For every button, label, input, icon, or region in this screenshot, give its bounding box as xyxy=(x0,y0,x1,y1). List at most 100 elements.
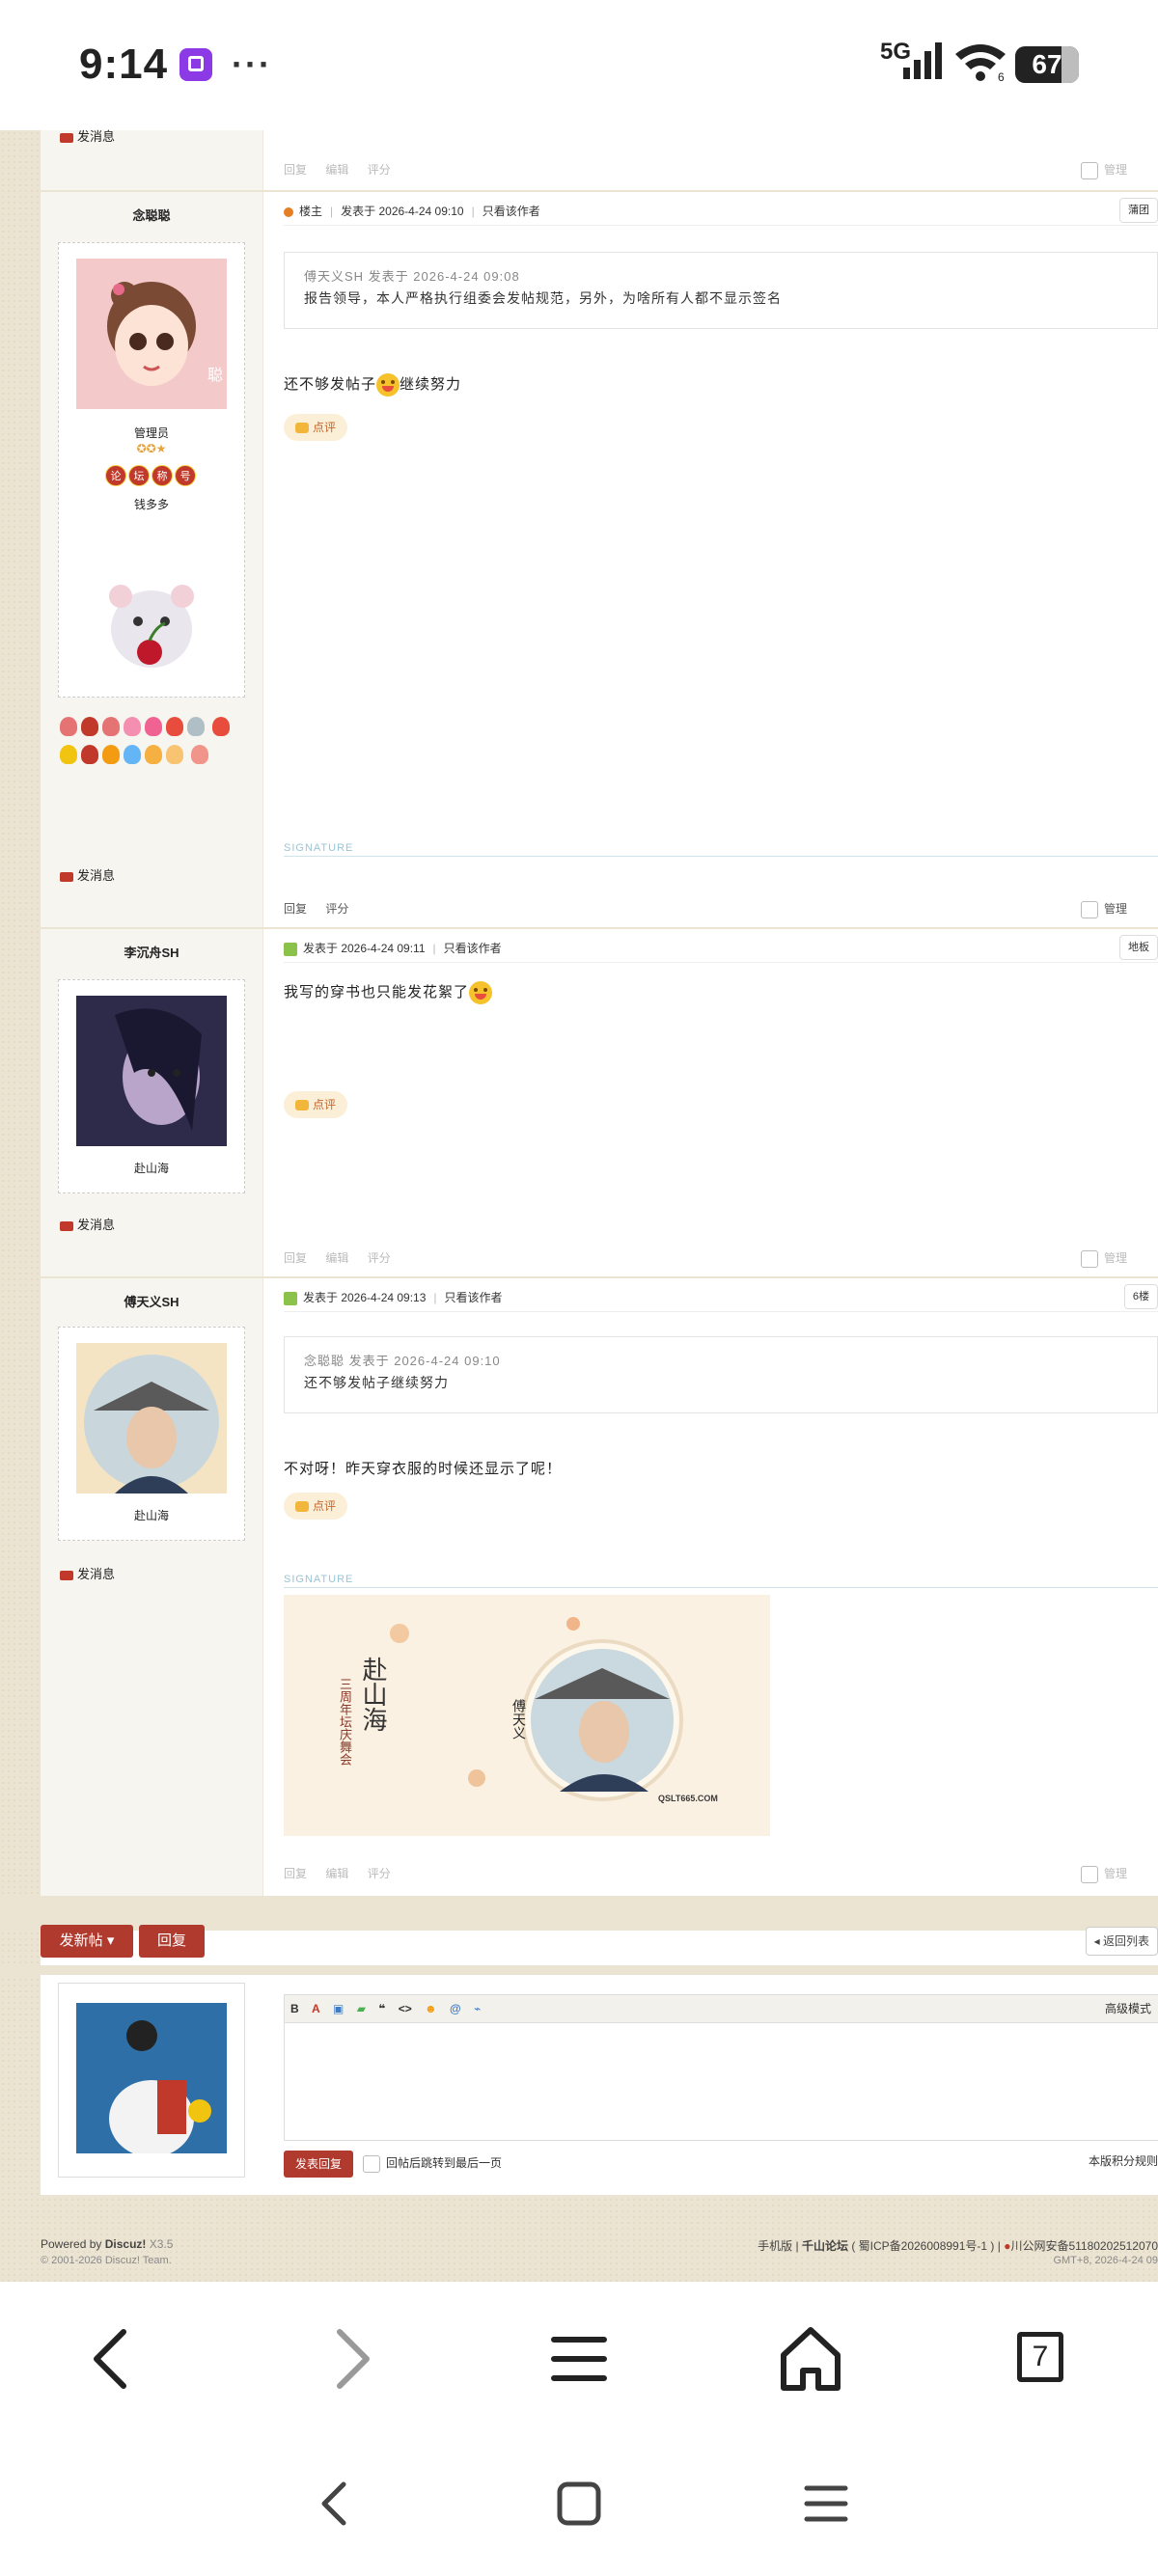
back-to-list-button[interactable]: ◂ 返回列表 xyxy=(1085,1927,1158,1956)
text-color-icon[interactable]: A xyxy=(312,2002,320,2015)
post-divider xyxy=(41,927,1158,929)
edit-action[interactable]: 编辑 xyxy=(325,1867,348,1880)
jump-last-page-checkbox[interactable]: 回帖后跳转到最后一页 xyxy=(363,2154,502,2173)
user-title: 钱多多 xyxy=(133,498,169,511)
reply-action[interactable]: 回复 xyxy=(284,902,307,916)
comment-button[interactable]: 点评 xyxy=(284,1091,347,1118)
forward-icon[interactable] xyxy=(311,2320,388,2398)
banner-site: QSLT665.COM xyxy=(658,1794,718,1803)
back-icon[interactable] xyxy=(75,2320,152,2398)
system-back-icon[interactable] xyxy=(311,2475,359,2533)
post-meta: 发表于 2026-4-24 09:11 | 只看该作者 地板 xyxy=(284,935,1158,963)
edit-action[interactable]: 编辑 xyxy=(325,163,348,177)
link-icon[interactable]: ⌁ xyxy=(474,2002,481,2015)
envelope-icon xyxy=(60,1570,73,1580)
quote-icon[interactable]: ❝ xyxy=(378,2002,385,2015)
server-time: GMT+8, 2026-4-24 09 xyxy=(1053,2255,1158,2266)
avatar[interactable] xyxy=(76,1343,227,1494)
banner-name: 傅天义 xyxy=(511,1699,527,1740)
user-title: 赴山海 xyxy=(133,1162,169,1175)
rate-action[interactable]: 评分 xyxy=(368,1867,391,1880)
edit-action[interactable]: 编辑 xyxy=(325,1251,348,1265)
tabs-count: 7 xyxy=(1017,2332,1063,2382)
quote-header: 念聪聪 发表于 2026-4-24 09:10 xyxy=(304,1354,501,1368)
comment-icon xyxy=(294,1100,309,1111)
signature-banner-image: 赴山海 三周年坛庆舞会 傅天义 QSLT665.COM xyxy=(284,1595,770,1836)
mention-icon[interactable]: @ xyxy=(450,2002,461,2015)
comment-icon xyxy=(294,423,309,434)
powered-by: Powered by Discuz! X3.5 xyxy=(41,2237,174,2251)
image-icon[interactable]: ▣ xyxy=(333,2002,344,2015)
reply-button[interactable]: 回复 xyxy=(139,1925,205,1958)
only-author-link[interactable]: 只看该作者 xyxy=(482,205,540,218)
system-home-icon[interactable] xyxy=(552,2477,606,2531)
avatar[interactable] xyxy=(76,2003,227,2153)
reply-action[interactable]: 回复 xyxy=(284,163,307,177)
user-icon xyxy=(284,942,297,956)
post-actions: 回复 编辑 评分 管理 xyxy=(284,1865,1158,1884)
post-author-name[interactable]: 李沉舟SH xyxy=(41,943,262,961)
smiley-icon[interactable]: ☻ xyxy=(425,2002,437,2015)
forum-page: 发消息 回复 编辑 评分 管理 念聪聪 楼主 | 发表于 2026-4-24 09:… xyxy=(0,129,1158,2282)
post-divider xyxy=(41,190,1158,192)
only-author-link[interactable]: 只看该作者 xyxy=(444,942,502,955)
post-actions: 回复 编辑 评分 管理 xyxy=(284,161,1158,180)
score-rules-link[interactable]: 本版积分规则 xyxy=(1089,2152,1158,2169)
mobile-link[interactable]: 手机版 xyxy=(758,2239,792,2253)
system-recents-icon[interactable] xyxy=(799,2477,853,2531)
send-message-link[interactable]: 发消息 xyxy=(60,126,115,145)
new-post-button[interactable]: 发新帖 ▾ xyxy=(41,1925,133,1958)
footer-links: 手机版 | 千山论坛 ( 蜀ICP备2026008991号-1 ) | ●川公网… xyxy=(758,2239,1158,2253)
floor-number[interactable]: 6楼 xyxy=(1123,1284,1158,1309)
post-author-name[interactable]: 念聪聪 xyxy=(41,206,262,224)
floor-number[interactable]: 地板 xyxy=(1119,935,1158,960)
icp-link[interactable]: ( 蜀ICP备2026008991号-1 ) xyxy=(851,2239,994,2253)
thread-container: 发消息 回复 编辑 评分 管理 念聪聪 楼主 | 发表于 2026-4-24 09:… xyxy=(0,129,1158,2195)
rate-action[interactable]: 评分 xyxy=(368,1251,391,1265)
manage-checkbox[interactable]: 管理 xyxy=(1080,900,1143,918)
send-message-link[interactable]: 发消息 xyxy=(60,865,115,884)
comment-button[interactable]: 点评 xyxy=(284,1493,347,1520)
code-icon[interactable]: <> xyxy=(399,2002,412,2015)
send-message-link[interactable]: 发消息 xyxy=(60,1564,115,1582)
post-meta: 发表于 2026-4-24 09:13 | 只看该作者 6楼 xyxy=(284,1284,1158,1312)
author-card: 聪 管理员 ✪✪★ 论坛称号 钱多多 xyxy=(58,242,245,698)
reply-action[interactable]: 回复 xyxy=(284,1867,307,1880)
bold-icon[interactable]: B xyxy=(290,2002,299,2015)
advanced-mode-link[interactable]: 高级模式 xyxy=(1105,1995,1151,2022)
only-author-link[interactable]: 只看该作者 xyxy=(445,1291,503,1304)
reply-editor: B A ▣ ▰ ❝ <> ☻ @ ⌁ 高级模式 xyxy=(284,1994,1158,2141)
more-notifications-icon: ··· xyxy=(232,44,272,84)
forum-link[interactable]: 千山论坛 xyxy=(802,2239,848,2253)
author-card: 赴山海 xyxy=(58,1327,245,1541)
police-link[interactable]: 川公网安备51180202512070 xyxy=(1010,2239,1158,2253)
home-icon[interactable] xyxy=(772,2320,849,2398)
attachment-icon[interactable]: ▰ xyxy=(357,2002,366,2015)
app-notification-icon xyxy=(179,48,212,81)
manage-checkbox[interactable]: 管理 xyxy=(1080,1865,1143,1883)
comment-button[interactable]: 点评 xyxy=(284,414,347,441)
quote-body: 还不够发帖子继续努力 xyxy=(304,1375,449,1390)
tabs-button[interactable]: 7 xyxy=(1004,2320,1081,2398)
reply-textarea[interactable] xyxy=(285,2023,1158,2139)
reply-action[interactable]: 回复 xyxy=(284,1251,307,1265)
user-title: 赴山海 xyxy=(133,1509,169,1522)
rate-action[interactable]: 评分 xyxy=(325,902,348,916)
manage-checkbox[interactable]: 管理 xyxy=(1080,161,1143,179)
quote-block: 傅天义SH 发表于 2026-4-24 09:08 报告领导，本人严格执行组委会… xyxy=(284,252,1158,329)
avatar[interactable] xyxy=(76,996,227,1146)
send-message-link[interactable]: 发消息 xyxy=(60,1215,115,1233)
post-meta: 楼主 | 发表于 2026-4-24 09:10 | 只看该作者 蒲团 xyxy=(284,198,1158,226)
rate-action[interactable]: 评分 xyxy=(368,163,391,177)
post-author-name[interactable]: 傅天义SH xyxy=(41,1292,262,1310)
envelope-icon xyxy=(60,132,73,143)
submit-reply-button[interactable]: 发表回复 xyxy=(284,2151,353,2178)
post-content: 我写的穿书也只能发花絮了 xyxy=(284,981,493,1005)
avatar[interactable]: 聪 xyxy=(76,259,227,409)
floor-number[interactable]: 蒲团 xyxy=(1119,198,1158,223)
svg-text:聪: 聪 xyxy=(207,367,223,384)
menu-icon[interactable] xyxy=(540,2320,618,2398)
manage-checkbox[interactable]: 管理 xyxy=(1080,1249,1143,1268)
browser-navbar: 7 xyxy=(0,2282,1158,2436)
signal-icon xyxy=(903,42,942,79)
